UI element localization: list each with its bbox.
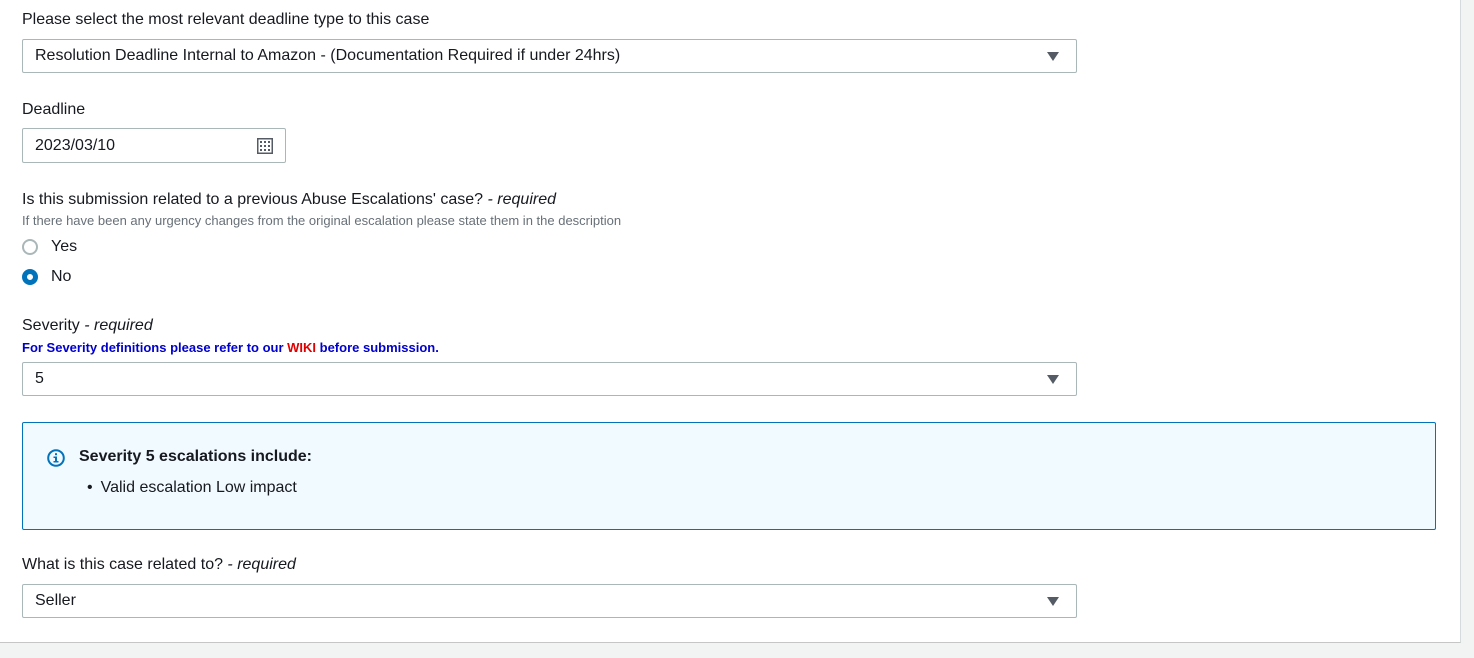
radio-button-no[interactable] (22, 269, 38, 285)
previous-case-label: Is this submission related to a previous… (22, 190, 556, 210)
deadline-type-select[interactable]: Resolution Deadline Internal to Amazon -… (22, 39, 1077, 73)
radio-label-no: No (51, 268, 72, 285)
severity-info-box: Severity 5 escalations include: • Valid e… (22, 422, 1436, 530)
severity-select[interactable]: 5 (22, 362, 1077, 396)
wiki-link[interactable]: WIKI (287, 340, 316, 355)
severity-note: For Severity definitions please refer to… (22, 340, 439, 355)
form-panel: Please select the most relevant deadline… (0, 0, 1461, 643)
severity-note-suffix: before submission. (316, 340, 439, 355)
deadline-label: Deadline (22, 101, 86, 118)
severity-note-prefix: For Severity definitions please refer to… (22, 340, 288, 355)
related-to-question: What is this case related to? (22, 556, 223, 573)
related-to-selected-value: Seller (35, 592, 76, 609)
required-marker: - required (483, 191, 556, 208)
severity-title: Severity (22, 317, 80, 334)
previous-case-question: Is this submission related to a previous… (22, 191, 484, 208)
radio-option-yes[interactable]: Yes (22, 238, 77, 256)
previous-case-hint: If there have been any urgency changes f… (22, 213, 622, 228)
radio-button-yes[interactable] (22, 239, 38, 255)
caret-down-icon (1047, 52, 1059, 61)
calendar-icon[interactable] (257, 138, 273, 154)
related-to-select[interactable]: Seller (22, 584, 1077, 618)
deadline-type-label: Please select the most relevant deadline… (22, 11, 430, 28)
radio-option-no[interactable]: No (22, 268, 71, 286)
list-item-text: Valid escalation Low impact (100, 479, 297, 496)
severity-info-title: Severity 5 escalations include: (79, 448, 312, 465)
related-to-label: What is this case related to? - required (22, 555, 296, 575)
deadline-type-selected-value: Resolution Deadline Internal to Amazon -… (35, 47, 621, 64)
severity-selected-value: 5 (35, 370, 44, 387)
deadline-date-value: 2023/03/10 (35, 136, 116, 154)
required-marker: - required (222, 556, 296, 573)
deadline-date-input[interactable]: 2023/03/10 (22, 128, 286, 163)
severity-info-list: • Valid escalation Low impact (87, 479, 297, 497)
caret-down-icon (1047, 375, 1059, 384)
bullet-icon: • (87, 479, 93, 496)
required-marker: - required (79, 317, 153, 334)
info-icon (47, 449, 65, 467)
radio-label-yes: Yes (51, 238, 78, 255)
caret-down-icon (1047, 597, 1059, 606)
list-item: • Valid escalation Low impact (87, 479, 297, 497)
severity-label: Severity - required (22, 316, 153, 336)
